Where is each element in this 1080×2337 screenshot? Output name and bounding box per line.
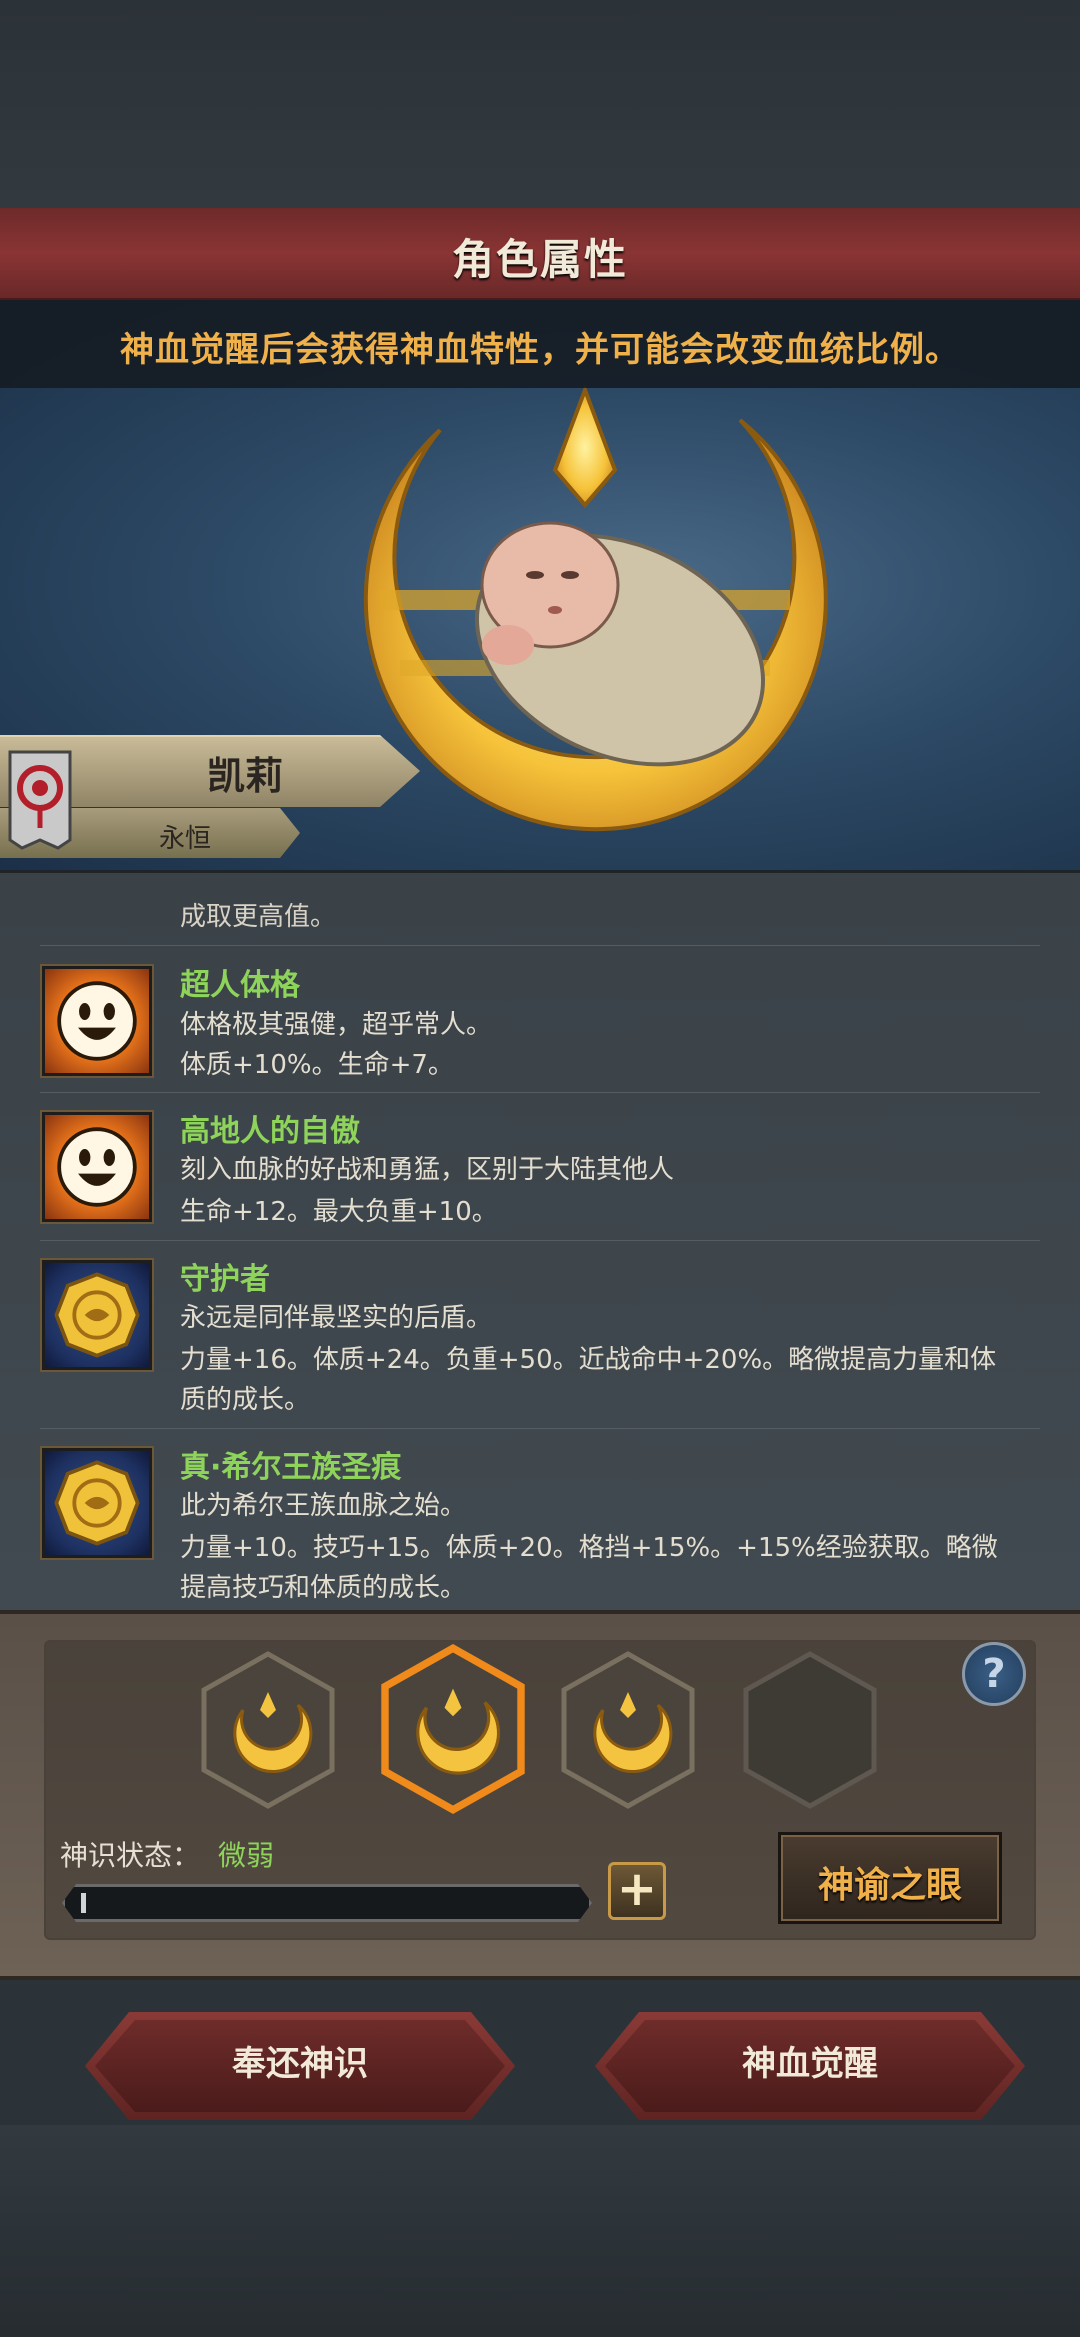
- divine-progress-fill: [81, 1893, 86, 1913]
- oracle-eye-label: 神谕之眼: [817, 1865, 962, 1906]
- gold-coin-icon: [42, 1260, 152, 1370]
- divider: [40, 1092, 1040, 1093]
- divine-slot-4-empty[interactable]: [740, 1650, 880, 1810]
- divine-progress-bar: [62, 1884, 592, 1922]
- trait-name: 高地人的自傲: [180, 1114, 360, 1149]
- trait-desc-line: 体格极其强健，超乎常人。: [180, 1010, 493, 1040]
- trait-desc-line: 力量+10。技巧+15。体质+20。格挡+15%。+15%经验获取。略微: [180, 1533, 998, 1563]
- trait-desc-partial: 成取更高值。: [180, 902, 337, 932]
- divider: [40, 945, 1040, 946]
- divider: [40, 1428, 1040, 1429]
- character-name: 凯莉: [206, 754, 283, 798]
- smile-face-icon: [42, 1112, 152, 1222]
- gold-coin-icon: [42, 1448, 152, 1558]
- awaken-label: 神血觉醒: [742, 2044, 878, 2084]
- help-icon[interactable]: ?: [962, 1642, 1026, 1706]
- trait-name: 超人体格: [180, 968, 300, 1003]
- trait-desc-line: 提高技巧和体质的成长。: [180, 1573, 467, 1603]
- clan-banner-icon: [8, 750, 72, 850]
- divine-slot-2-selected[interactable]: [378, 1644, 528, 1814]
- divider: [40, 1240, 1040, 1241]
- return-divine-label: 奉还神识: [232, 2044, 368, 2084]
- divine-state-label: 神识状态：: [60, 1839, 201, 1872]
- trait-name: 守护者: [180, 1262, 270, 1297]
- divine-slot-1[interactable]: [198, 1650, 338, 1810]
- trait-desc-line: 刻入血脉的好战和勇猛，区别于大陆其他人: [180, 1155, 675, 1185]
- trait-desc-line: 此为希尔王族血脉之始。: [180, 1491, 467, 1521]
- trait-desc-line: 质的成长。: [180, 1385, 311, 1415]
- trait-desc-line: 生命+12。最大负重+10。: [180, 1197, 498, 1227]
- divine-state-value: 微弱: [218, 1839, 275, 1872]
- background-bottom: [0, 2125, 1080, 2337]
- page-title: 角色属性: [451, 235, 628, 284]
- trait-desc-line: 体质+10%。生命+7。: [180, 1050, 454, 1080]
- trait-desc-line: 力量+16。体质+24。负重+50。近战命中+20%。略微提高力量和体: [180, 1345, 997, 1375]
- background-top: [0, 0, 1080, 210]
- trait-desc-line: 永远是同伴最坚实的后盾。: [180, 1303, 493, 1333]
- trait-name: 真·希尔王族圣痕: [180, 1450, 402, 1485]
- add-button[interactable]: +: [608, 1862, 666, 1920]
- notice-text: 神血觉醒后会获得神血特性，并可能会改变血统比例。: [120, 330, 960, 370]
- character-subtitle: 永恒: [158, 824, 211, 854]
- divine-slot-3[interactable]: [558, 1650, 698, 1810]
- swaddled-baby-portrait: [474, 521, 766, 767]
- smile-face-icon: [42, 966, 152, 1076]
